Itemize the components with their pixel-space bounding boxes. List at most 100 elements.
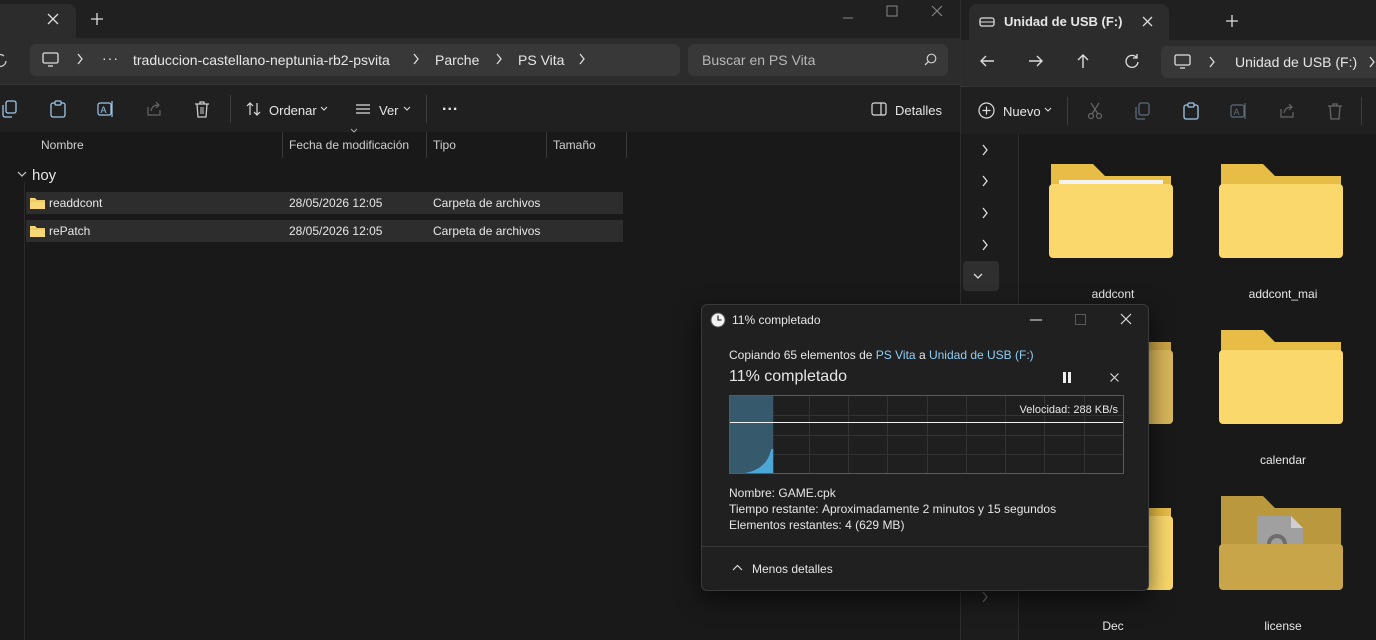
- cancel-copy-icon[interactable]: [1110, 373, 1119, 382]
- left-title-bar: [0, 0, 960, 38]
- share-icon[interactable]: [1279, 103, 1295, 119]
- group-line: [24, 182, 25, 640]
- computer-icon: [42, 52, 60, 68]
- group-header[interactable]: hoy: [32, 167, 56, 184]
- collapse-group-icon[interactable]: [17, 171, 27, 179]
- table-row[interactable]: readdcont 28/05/2026 12:05 Carpeta de ar…: [26, 192, 623, 214]
- breadcrumb-item-2[interactable]: PS Vita: [518, 52, 564, 68]
- right-tab-title: Unidad de USB (F:): [1004, 14, 1123, 29]
- left-tab[interactable]: [0, 4, 76, 38]
- chevron-right-icon[interactable]: [1368, 56, 1376, 68]
- forward-icon[interactable]: [1028, 54, 1044, 68]
- more-options-button[interactable]: ...: [442, 97, 458, 115]
- close-window-icon[interactable]: [931, 5, 943, 17]
- back-icon[interactable]: [979, 54, 995, 68]
- breadcrumb-item-1[interactable]: Parche: [435, 52, 479, 68]
- chevron-right-icon: [1208, 56, 1216, 68]
- paste-icon[interactable]: [50, 100, 66, 118]
- more-path-icon[interactable]: ···: [102, 50, 119, 66]
- chevron-down-icon: [320, 106, 328, 112]
- maximize-icon[interactable]: [1075, 314, 1086, 325]
- source-link[interactable]: PS Vita: [876, 348, 916, 362]
- cut-icon[interactable]: [1087, 102, 1103, 120]
- new-button[interactable]: Nuevo: [1003, 104, 1041, 119]
- chevron-right-icon[interactable]: [578, 53, 586, 65]
- row-name: readdcont: [49, 196, 103, 210]
- copy-icon[interactable]: [1135, 102, 1151, 120]
- view-button[interactable]: Ver: [379, 103, 399, 118]
- rename-icon[interactable]: A: [1230, 102, 1248, 120]
- details-button[interactable]: Detalles: [895, 103, 942, 118]
- table-row[interactable]: rePatch 28/05/2026 12:05 Carpeta de arch…: [26, 220, 623, 242]
- copy-description: Copiando 65 elementos de PS Vita a Unida…: [729, 348, 1034, 362]
- expand-chevron-icon[interactable]: [981, 175, 989, 187]
- sort-button[interactable]: Ordenar: [269, 103, 317, 118]
- new-tab-icon[interactable]: [1225, 14, 1239, 28]
- copy-progress-dialog: 11% completado Copiando 65 elementos de …: [701, 304, 1149, 591]
- folder-icon: [29, 224, 46, 238]
- usb-drive-icon: [979, 16, 995, 28]
- name-value: GAME.cpk: [778, 486, 836, 500]
- nav-item-usb-drive[interactable]: [963, 261, 999, 291]
- folder-icon[interactable]: [1217, 160, 1345, 260]
- expand-chevron-icon[interactable]: [981, 144, 989, 156]
- folder-label[interactable]: Dec: [1043, 619, 1183, 633]
- right-address-field[interactable]: Unidad de USB (F:): [1161, 46, 1376, 78]
- details-pane-icon: [871, 102, 887, 116]
- close-tab-icon[interactable]: [46, 12, 60, 26]
- time-label: Tiempo restante:: [729, 502, 819, 516]
- svg-text:A: A: [101, 105, 107, 115]
- transfer-speed-graph: Velocidad: 288 KB/s: [729, 395, 1124, 474]
- refresh-icon[interactable]: [1124, 53, 1140, 69]
- folder-label[interactable]: addcont_mai: [1213, 287, 1353, 301]
- collapse-chevron-icon[interactable]: [973, 273, 983, 281]
- share-icon[interactable]: [146, 101, 162, 117]
- folder-icon[interactable]: [1047, 160, 1175, 260]
- expand-chevron-icon[interactable]: [981, 591, 989, 603]
- destination-link[interactable]: Unidad de USB (F:): [929, 348, 1034, 362]
- search-icon[interactable]: [924, 53, 937, 66]
- right-tab[interactable]: Unidad de USB (F:): [969, 4, 1169, 40]
- close-tab-icon[interactable]: [1141, 15, 1154, 28]
- copy-icon[interactable]: [2, 100, 18, 118]
- sort-icon: [246, 101, 262, 117]
- folder-label[interactable]: license: [1213, 619, 1353, 633]
- folder-icon[interactable]: [1217, 326, 1345, 426]
- close-dialog-icon[interactable]: [1120, 313, 1132, 325]
- column-header-name[interactable]: Nombre: [41, 132, 84, 158]
- right-title-bar: Unidad de USB (F:): [961, 0, 1376, 40]
- pause-icon[interactable]: [1062, 372, 1072, 383]
- column-divider[interactable]: [426, 132, 427, 158]
- row-name: rePatch: [49, 224, 91, 238]
- column-divider[interactable]: [282, 132, 283, 158]
- new-tab-icon[interactable]: [90, 12, 104, 26]
- chevron-down-icon: [403, 106, 411, 112]
- column-divider[interactable]: [546, 132, 547, 158]
- new-icon: [978, 102, 995, 119]
- up-icon[interactable]: [1076, 53, 1090, 69]
- maximize-icon[interactable]: [886, 5, 898, 17]
- folder-label[interactable]: addcont: [1043, 287, 1183, 301]
- paste-icon[interactable]: [1183, 102, 1199, 120]
- delete-icon[interactable]: [1327, 102, 1343, 120]
- chevron-up-icon: [732, 564, 743, 571]
- column-header-type[interactable]: Tipo: [433, 132, 456, 158]
- rename-icon[interactable]: A: [97, 100, 115, 118]
- address-field[interactable]: ··· traduccion-castellano-neptunia-rb2-p…: [30, 44, 680, 76]
- refresh-icon[interactable]: [0, 52, 8, 68]
- breadcrumb-item-0[interactable]: traduccion-castellano-neptunia-rb2-psvit…: [133, 52, 390, 68]
- search-input[interactable]: Buscar en PS Vita: [688, 44, 948, 76]
- column-header-size[interactable]: Tamaño: [553, 132, 596, 158]
- folder-icon[interactable]: [1217, 492, 1345, 592]
- minimize-icon[interactable]: [841, 11, 855, 25]
- column-divider[interactable]: [626, 132, 627, 158]
- folder-label[interactable]: calendar: [1213, 453, 1353, 467]
- name-label: Nombre:: [729, 486, 776, 500]
- expand-chevron-icon[interactable]: [981, 207, 989, 219]
- minimize-icon[interactable]: [1030, 319, 1042, 321]
- right-breadcrumb[interactable]: Unidad de USB (F:): [1235, 54, 1357, 70]
- column-header-date[interactable]: Fecha de modificación: [289, 132, 409, 158]
- row-type: Carpeta de archivos: [433, 196, 541, 210]
- delete-icon[interactable]: [194, 100, 210, 118]
- expand-chevron-icon[interactable]: [981, 239, 989, 251]
